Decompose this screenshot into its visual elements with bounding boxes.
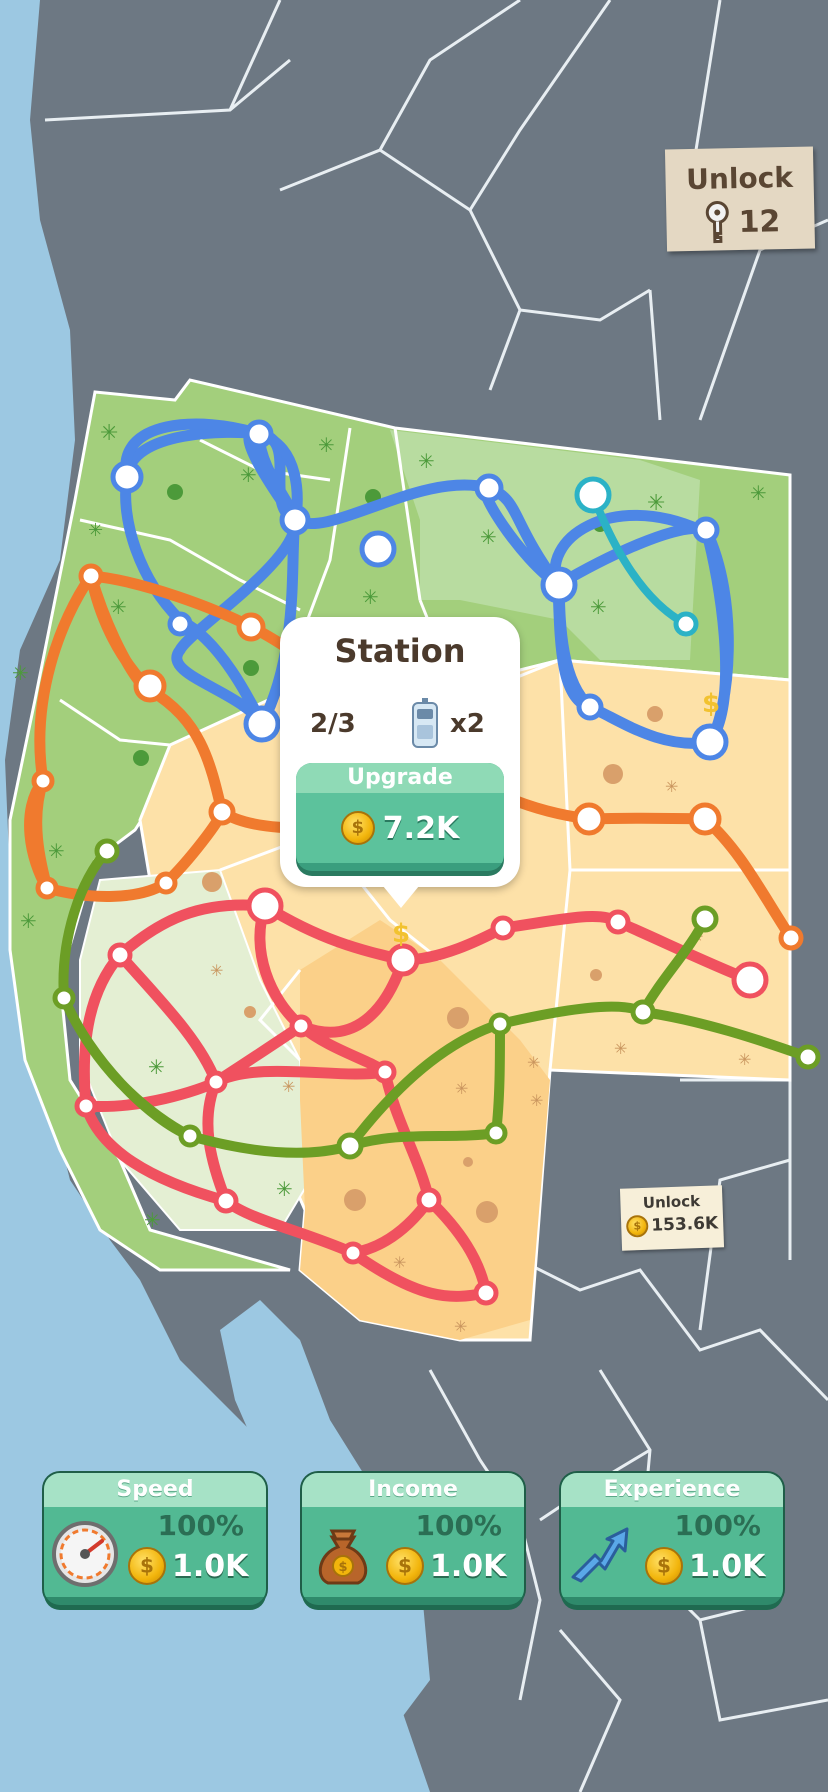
coin-icon: [645, 1547, 683, 1585]
train-icon: [412, 698, 438, 748]
svg-text:$: $: [338, 1560, 347, 1575]
upgrade-label: Upgrade: [296, 763, 504, 793]
svg-text:✳: ✳: [144, 1208, 161, 1232]
svg-text:✳: ✳: [88, 520, 103, 541]
coin-icon: [625, 1214, 649, 1238]
income-price: 1.0K: [430, 1548, 507, 1584]
svg-text:✳: ✳: [393, 1253, 406, 1272]
station-capacity: 2/3: [310, 709, 356, 739]
key-count: 12: [738, 203, 781, 240]
experience-label: Experience: [561, 1473, 783, 1507]
arrows-up-icon: [571, 1527, 629, 1583]
coin-icon: [386, 1547, 424, 1585]
speed-price: 1.0K: [172, 1548, 249, 1584]
unlock-region-label: Unlock: [642, 1192, 701, 1213]
upgrade-price: 7.2K: [382, 810, 460, 846]
svg-text:✳: ✳: [455, 1079, 468, 1098]
income-percent: 100%: [415, 1509, 502, 1542]
train-multiplier: x2: [450, 709, 485, 739]
svg-text:✳: ✳: [480, 525, 497, 549]
dollar-pickup[interactable]: $: [392, 919, 410, 949]
coin-icon: [340, 811, 375, 845]
svg-text:✳: ✳: [418, 449, 435, 473]
experience-upgrade-card[interactable]: Experience 100% 1.0K: [561, 1473, 783, 1605]
svg-text:✳: ✳: [362, 585, 379, 609]
unlock-region-sign[interactable]: Unlock 153.6K: [619, 1185, 725, 1251]
svg-text:✳: ✳: [100, 421, 118, 446]
upgrade-bar: Speed 100% 1.0K Income $ 100%: [0, 1473, 828, 1605]
unlock-keys-sign[interactable]: Unlock 12: [664, 146, 816, 252]
svg-text:✳: ✳: [590, 595, 607, 619]
experience-price: 1.0K: [689, 1548, 766, 1584]
svg-text:✳: ✳: [454, 1317, 467, 1336]
svg-text:✳: ✳: [210, 961, 223, 980]
svg-text:✳: ✳: [318, 433, 335, 457]
svg-text:✳: ✳: [614, 1039, 627, 1058]
unlock-region-price: 153.6K: [650, 1213, 719, 1236]
svg-text:✳: ✳: [665, 777, 678, 796]
speedometer-icon: [52, 1521, 118, 1587]
upgrade-button[interactable]: Upgrade 7.2K: [296, 763, 504, 871]
income-label: Income: [302, 1473, 524, 1507]
key-icon: [705, 200, 729, 244]
svg-text:✳: ✳: [750, 481, 767, 505]
speed-label: Speed: [44, 1473, 266, 1507]
svg-text:✳: ✳: [276, 1177, 293, 1201]
money-bag-icon: $: [318, 1529, 368, 1585]
speed-upgrade-card[interactable]: Speed 100% 1.0K: [44, 1473, 266, 1605]
svg-text:✳: ✳: [48, 839, 65, 863]
station-popup-title: Station: [334, 632, 466, 670]
dollar-pickup[interactable]: $: [702, 689, 720, 719]
svg-text:✳: ✳: [20, 909, 37, 933]
svg-text:✳: ✳: [738, 1050, 751, 1069]
experience-percent: 100%: [674, 1509, 761, 1542]
income-upgrade-card[interactable]: Income $ 100% 1.0K: [302, 1473, 524, 1605]
svg-text:✳: ✳: [12, 661, 29, 685]
svg-text:✳: ✳: [282, 1077, 295, 1096]
unlock-keys-label: Unlock: [685, 160, 794, 197]
svg-text:✳: ✳: [530, 1091, 543, 1110]
station-popup: Station 2/3 x2 Upgrade 7.2K: [280, 617, 520, 908]
coin-icon: [128, 1547, 166, 1585]
speed-percent: 100%: [157, 1509, 244, 1542]
svg-text:✳: ✳: [110, 595, 127, 619]
svg-text:✳: ✳: [148, 1055, 165, 1079]
svg-text:✳: ✳: [527, 1053, 540, 1072]
